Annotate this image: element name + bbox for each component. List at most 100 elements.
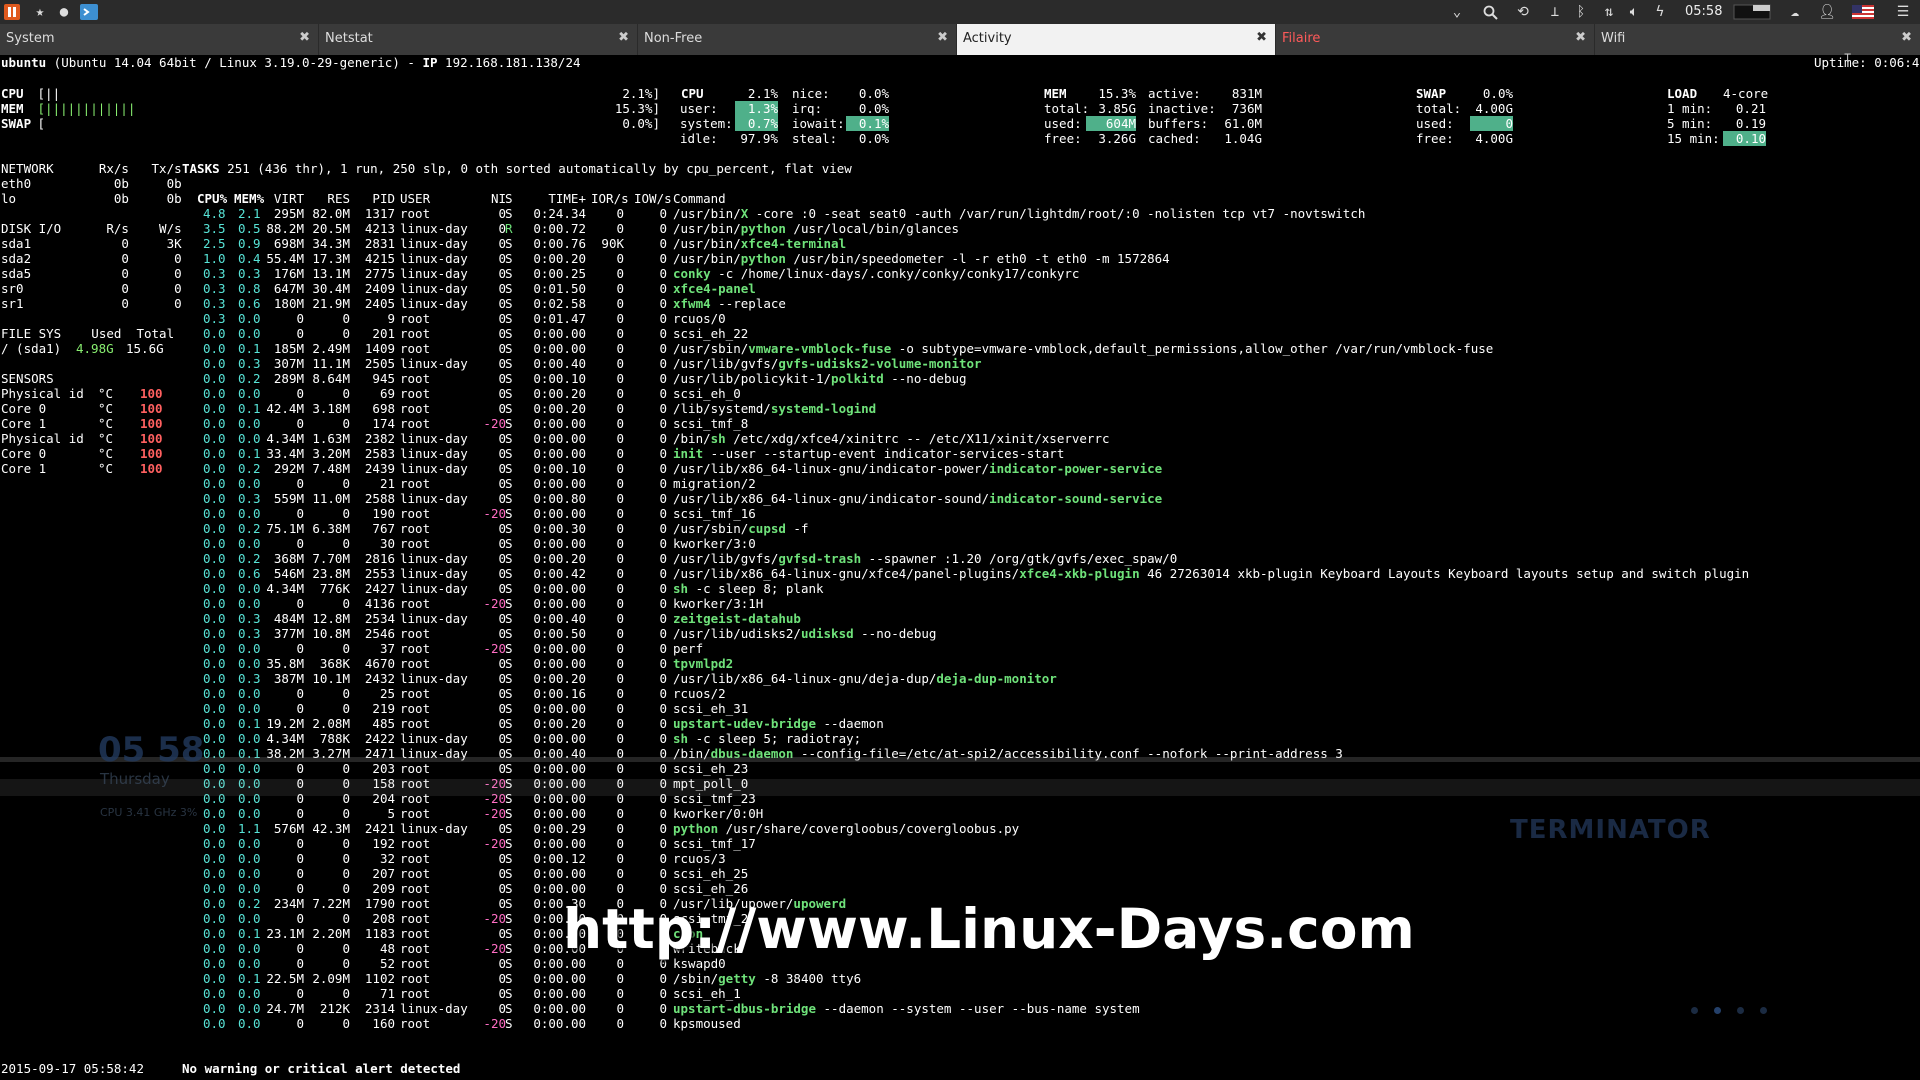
process-row[interactable]: 0.0 0.2 75.1M 6.38M 767 root 0 S 0:00.30 0 0/usr/s… — [203, 521, 1903, 536]
process-row[interactable]: 0.0 0.0 0 0 21 root 0 S 0:00.00 0 0 migration/2 — [203, 476, 1903, 491]
menu-icon[interactable]: ☰ — [1893, 3, 1913, 21]
process-row[interactable]: 0.3 0.0 0 0 9 root 0 S 0:01.47 0 0 rcuos/0 — [203, 311, 1903, 326]
close-icon[interactable]: ✖ — [937, 30, 948, 45]
process-row[interactable]: 0.0 0.0 0 0 37 root -20 S 0:00.00 0 0 perf — [203, 641, 1903, 656]
col-iow[interactable]: IOW/s — [634, 191, 672, 206]
proc-pid: 2583 — [364, 446, 395, 461]
close-icon[interactable]: ✖ — [618, 30, 629, 45]
tab-wifi[interactable]: Wifi ✖ — [1595, 24, 1920, 55]
col-res[interactable]: RES — [307, 191, 350, 206]
process-row[interactable]: 3.5 0.5 88.2M 20.5M 4213 linux-day 0 R 0:00.72 0 0… — [203, 221, 1903, 236]
process-row[interactable]: 0.0 0.0 24.7M 212K 2314 linux-day 0 S 0:00.00 0 0 u… — [203, 1001, 1903, 1016]
col-cpu[interactable]: CPU% — [197, 191, 227, 206]
process-row[interactable]: 0.0 0.3 377M 10.8M 2546 root 0 S 0:00.50 0 0/usr/l… — [203, 626, 1903, 641]
history-icon[interactable]: ⟲ — [1513, 3, 1533, 21]
process-row[interactable]: 4.8 2.1 295M 82.0M 1317 root 0 S 0:24.34 0 0/usr/b… — [203, 206, 1903, 221]
process-row[interactable]: 0.0 0.0 0 0 160 root -20 S 0:00.00 0 0 kpsmoused — [203, 1016, 1903, 1031]
process-row[interactable]: 0.0 0.0 0 0 71 root 0 S 0:00.00 0 0 scsi_eh_1 — [203, 986, 1903, 1001]
col-mem[interactable]: MEM% — [234, 191, 264, 206]
process-row[interactable]: 0.0 0.3 387M 10.1M 2432 linux-day 0 S 0:00.20 0 0/… — [203, 671, 1903, 686]
tab-netstat[interactable]: Netstat ✖ — [319, 24, 638, 55]
process-row[interactable]: 0.0 0.0 0 0 201 root 0 S 0:00.00 0 0 scsi_eh_22 — [203, 326, 1903, 341]
process-row[interactable]: 0.0 0.1 19.2M 2.08M 485 root 0 S 0:00.20 0 0 upstar… — [203, 716, 1903, 731]
process-row[interactable]: 0.0 0.0 0 0 4136 root -20 S 0:00.00 0 0 kworker/3:1… — [203, 596, 1903, 611]
power-icon[interactable]: ϟ — [1652, 3, 1668, 21]
proc-res: 0 — [342, 761, 350, 776]
proc-status: S — [505, 716, 513, 731]
process-row[interactable]: 0.0 0.1 185M 2.49M 1409 root 0 S 0:00.00 0 0/usr/s… — [203, 341, 1903, 356]
proc-user: linux-day — [400, 356, 468, 371]
process-row[interactable]: 1.0 0.4 55.4M 17.3M 4215 linux-day 0 S 0:00.20 0 0… — [203, 251, 1903, 266]
display-icon[interactable] — [1732, 3, 1772, 21]
tab-filaire[interactable]: Filaire ✖ — [1276, 24, 1595, 55]
network-activity-icon[interactable]: ⊥ — [1545, 3, 1565, 21]
process-row[interactable]: 0.0 0.0 35.8M 368K 4670 root 0 S 0:00.00 0 0 tpvmlp… — [203, 656, 1903, 671]
tab-non-free[interactable]: Non-Free ✖ — [638, 24, 957, 55]
tab-activity[interactable]: Activity ✖ — [957, 24, 1276, 55]
circle-icon[interactable]: ● — [54, 3, 74, 21]
process-row[interactable]: 0.0 0.6 546M 23.8M 2553 linux-day 0 S 0:00.42 0 0/… — [203, 566, 1903, 581]
process-row[interactable]: 0.0 0.2 289M 8.64M 945 root 0 S 0:00.10 0 0/usr/li… — [203, 371, 1903, 386]
proc-io-read: 0 — [616, 1016, 624, 1031]
close-icon[interactable]: ✖ — [299, 30, 310, 45]
col-user[interactable]: USER — [400, 191, 430, 206]
panel-clock[interactable]: 05:58 — [1685, 4, 1722, 19]
ubuntu-logo-icon[interactable] — [2, 3, 22, 21]
volume-icon[interactable]: 🔈︎ — [1624, 3, 1644, 21]
proc-command-name: xfwm4 — [673, 296, 711, 311]
process-row[interactable]: 0.0 0.0 0 0 174 root -20 S 0:00.00 0 0 scsi_tmf_8 — [203, 416, 1903, 431]
col-command[interactable]: Command — [673, 191, 726, 206]
flag-us-icon[interactable] — [1852, 3, 1874, 21]
updown-arrows-icon[interactable]: ⇅ — [1599, 3, 1619, 21]
sensor-unit: °C — [98, 386, 114, 401]
process-row[interactable]: 0.0 0.1 33.4M 3.20M 2583 linux-day 0 S 0:00.00 0 0… — [203, 446, 1903, 461]
col-time[interactable]: TIME+ — [528, 191, 586, 206]
proc-res: 7.48M — [312, 461, 350, 476]
process-row[interactable]: 0.0 0.0 0 0 207 root 0 S 0:00.00 0 0 scsi_eh_25 — [203, 866, 1903, 881]
cloud-icon[interactable]: ☁ — [1784, 3, 1806, 21]
process-row[interactable]: 0.0 0.0 0 0 32 root 0 S 0:00.12 0 0 rcuos/3 — [203, 851, 1903, 866]
process-row[interactable]: 0.3 0.3 176M 13.1M 2775 linux-day 0 S 0:00.25 0 0 c… — [203, 266, 1903, 281]
process-row[interactable]: 0.0 0.0 4.34M 1.63M 2382 linux-day 0 S 0:00.00 0 0… — [203, 431, 1903, 446]
process-row[interactable]: 0.0 0.2 292M 7.48M 2439 linux-day 0 S 0:00.10 0 0/… — [203, 461, 1903, 476]
process-row[interactable]: 0.0 0.0 4.34M 776K 2427 linux-day 0 S 0:00.00 0 0 s… — [203, 581, 1903, 596]
process-row[interactable]: 0.3 0.8 647M 30.4M 2409 linux-day 0 S 0:01.50 0 0 x… — [203, 281, 1903, 296]
col-ni[interactable]: NI — [483, 191, 506, 206]
star-icon[interactable]: ★ — [30, 3, 50, 21]
process-row[interactable]: 0.0 0.0 0 0 25 root 0 S 0:00.16 0 0 rcuos/2 — [203, 686, 1903, 701]
close-icon[interactable]: ✖ — [1901, 30, 1912, 45]
process-row[interactable]: 0.0 0.0 0 0 69 root 0 S 0:00.20 0 0 scsi_eh_0 — [203, 386, 1903, 401]
proc-command-name: sh — [673, 731, 689, 746]
process-row[interactable]: 0.0 0.0 4.34M 788K 2422 linux-day 0 S 0:00.00 0 0 s… — [203, 731, 1903, 746]
process-row[interactable]: 0.0 0.0 0 0 203 root 0 S 0:00.00 0 0 scsi_eh_23 — [203, 761, 1903, 776]
col-pid[interactable]: PID — [355, 191, 395, 206]
chevron-down-icon[interactable]: ⌄ — [1447, 3, 1467, 21]
tab-system[interactable]: System ✖ — [0, 24, 319, 55]
search-icon[interactable] — [1480, 3, 1500, 21]
process-row[interactable]: 2.5 0.9 698M 34.3M 2831 linux-day 0 S 0:00.76 90K… — [203, 236, 1903, 251]
proc-command-path: rcuos/2 — [673, 686, 726, 701]
col-status[interactable]: S — [505, 191, 513, 206]
process-row[interactable]: 0.3 0.6 180M 21.9M 2405 linux-day 0 S 0:02.58 0 0 x… — [203, 296, 1903, 311]
bluetooth-icon[interactable]: ᛒ — [1573, 3, 1589, 21]
process-row[interactable]: 0.0 0.1 22.5M 2.09M 1102 root 0 S 0:00.00 0 0/sbin… — [203, 971, 1903, 986]
process-row[interactable]: 0.0 0.3 484M 12.8M 2534 linux-day 0 S 0:00.40 0 0 z… — [203, 611, 1903, 626]
user-icon[interactable]: 👤︎ — [1817, 3, 1837, 21]
process-row[interactable]: 0.0 0.0 0 0 190 root -20 S 0:00.00 0 0 scsi_tmf_16 — [203, 506, 1903, 521]
col-ior[interactable]: IOR/s — [591, 191, 629, 206]
process-row[interactable]: 0.0 0.3 559M 11.0M 2588 linux-day 0 S 0:00.80 0 0/… — [203, 491, 1903, 506]
process-row[interactable]: 0.0 0.2 368M 7.70M 2816 linux-day 0 S 0:00.20 0 0/… — [203, 551, 1903, 566]
process-row[interactable]: 0.0 0.0 0 0 209 root 0 S 0:00.00 0 0 scsi_eh_26 — [203, 881, 1903, 896]
terminal-app-icon[interactable] — [78, 3, 100, 21]
proc-cpu: 0.0 — [203, 956, 226, 971]
close-icon[interactable]: ✖ — [1575, 30, 1586, 45]
col-virt[interactable]: VIRT — [266, 191, 304, 206]
proc-time: 0:00.76 — [533, 236, 586, 251]
proc-command-path: /usr/sbin/ — [673, 521, 749, 536]
process-row[interactable]: 0.0 0.0 0 0 219 root 0 S 0:00.00 0 0 scsi_eh_31 — [203, 701, 1903, 716]
process-row[interactable]: 0.0 0.0 0 0 30 root 0 S 0:00.00 0 0 kworker/3:0 — [203, 536, 1903, 551]
process-row[interactable]: 0.0 0.1 42.4M 3.18M 698 root 0 S 0:00.20 0 0/lib/s… — [203, 401, 1903, 416]
close-icon[interactable]: ✖ — [1256, 30, 1267, 45]
proc-command: /usr/lib/x86_64-linux-gnu/indicator-soun… — [673, 491, 1162, 506]
process-row[interactable]: 0.0 0.3 307M 11.1M 2505 linux-day 0 S 0:00.40 0 0/… — [203, 356, 1903, 371]
